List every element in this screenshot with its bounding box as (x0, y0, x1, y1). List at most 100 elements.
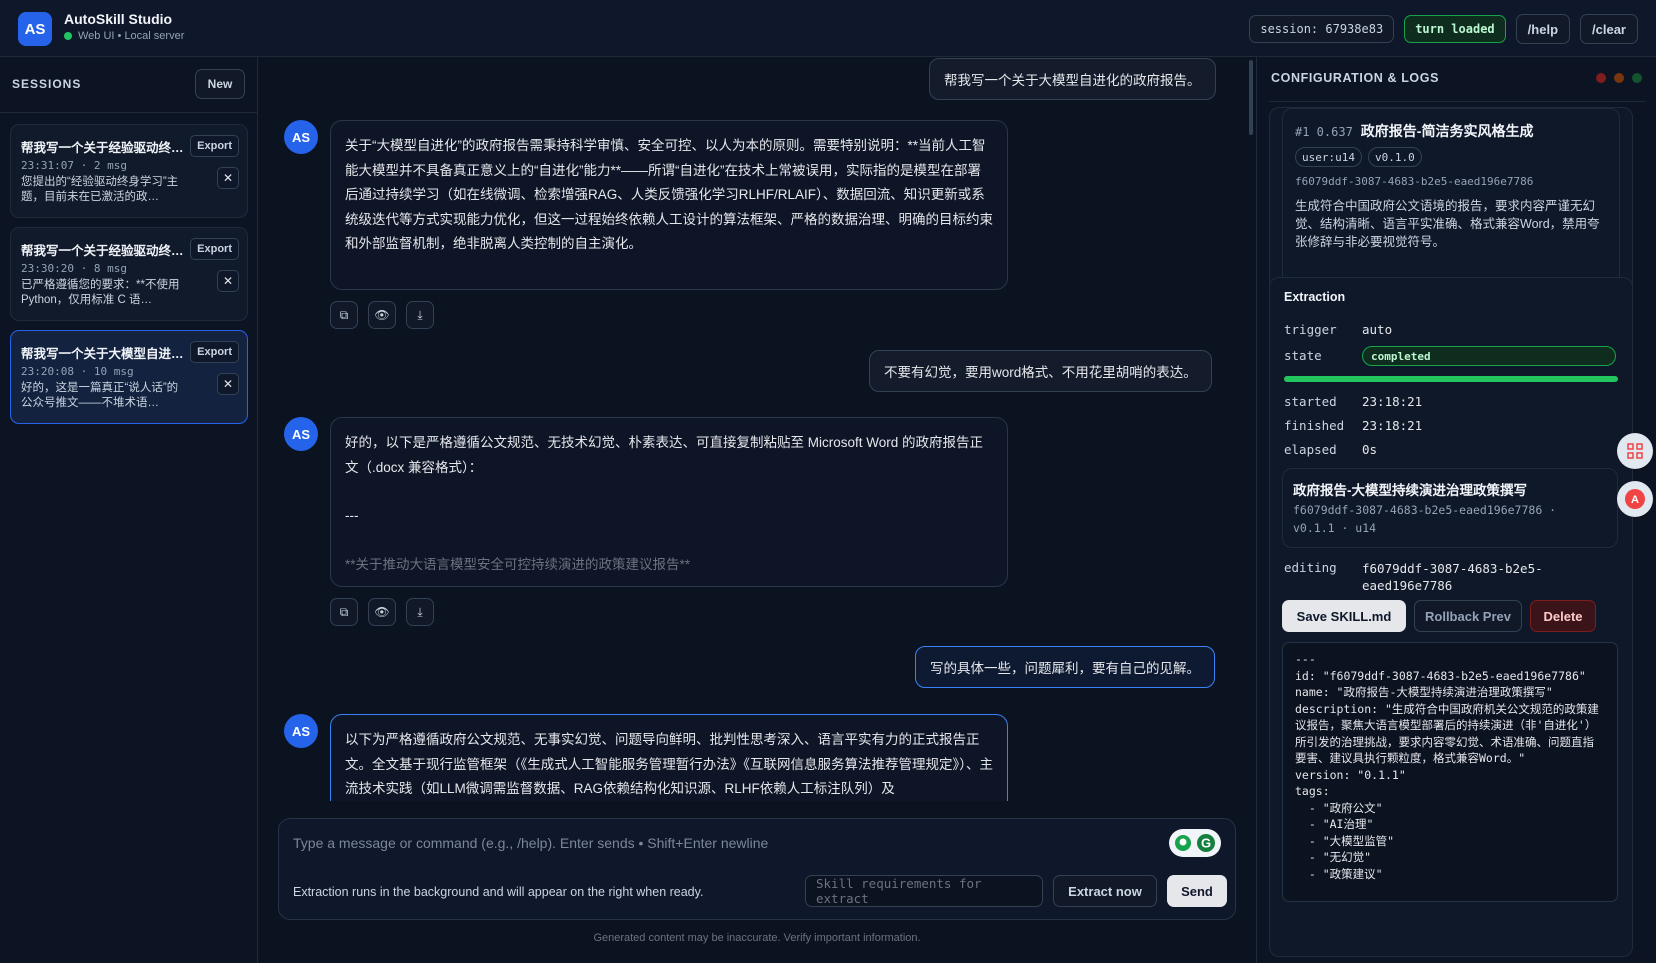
session-item-active[interactable]: 帮我写一个关于大模型自进化的政府报告 23:20:08 · 10 msg 好的，… (10, 330, 248, 424)
delete-button[interactable]: Delete (1530, 600, 1596, 632)
clear-button[interactable]: /clear (1580, 14, 1638, 44)
skill-id: f6079ddf-3087-4683-b2e5-eaed196e7786 (1295, 175, 1534, 188)
started-label: started (1284, 394, 1337, 409)
export-button[interactable]: Export (190, 341, 239, 363)
app-subtitle: Web UI • Local server (64, 30, 184, 42)
state-badge: completed (1362, 346, 1616, 366)
skill-requirements-input[interactable]: Skill requirements for extract (805, 875, 1043, 907)
session-badge: session: 67938e83 (1249, 15, 1395, 43)
grammarly-icon: G (1197, 834, 1215, 852)
preview-eye-icon[interactable]: 👁 (368, 598, 396, 626)
session-title: 帮我写一个关于经验驱动终身学习的程序 (21, 244, 185, 258)
session-item[interactable]: 帮我写一个关于经验驱动终身学习的论文 23:31:07 · 2 msg 您提出的… (10, 124, 248, 218)
finished-label: finished (1284, 418, 1345, 433)
extraction-heading: Extraction (1284, 290, 1346, 304)
rollback-button[interactable]: Rollback Prev (1414, 600, 1522, 632)
session-item[interactable]: 帮我写一个关于经验驱动终身学习的程序 23:30:20 · 8 msg 已严格遵… (10, 227, 248, 321)
close-icon[interactable]: ✕ (217, 373, 239, 395)
export-button[interactable]: Export (190, 238, 239, 260)
assistant-avatar: AS (284, 417, 318, 451)
window-controls (1596, 73, 1642, 83)
panel-title: CONFIGURATION & LOGS (1271, 71, 1440, 85)
editing-label: editing (1284, 560, 1337, 575)
extraction-progress-bar (1284, 376, 1618, 382)
state-label: state (1284, 348, 1322, 363)
session-preview: 您提出的“经验驱动终身学习”主题，目前未在已激活的政… (21, 176, 179, 203)
trigger-label: trigger (1284, 322, 1337, 337)
finished-value: 23:18:21 (1362, 418, 1423, 433)
extracted-skill-version: v0.1.1 · u14 (1293, 521, 1377, 535)
chat-scrollbar[interactable] (1249, 60, 1253, 135)
bulb-icon (1175, 835, 1191, 851)
app-title: AutoSkill Studio (64, 11, 173, 27)
status-dot-icon (64, 32, 72, 40)
editing-value: f6079ddf-3087-4683-b2e5-eaed196e7786 (1362, 561, 1543, 593)
preview-eye-icon[interactable]: 👁 (368, 301, 396, 329)
translate-icon[interactable]: A (1617, 481, 1653, 517)
extracted-skill-id: f6079ddf-3087-4683-b2e5-eaed196e7786 · (1293, 503, 1557, 517)
help-button[interactable]: /help (1515, 14, 1571, 44)
chat-transcript[interactable]: 帮我写一个关于大模型自进化的政府报告。 AS 关于“大模型自进化”的政府报告需秉… (259, 57, 1255, 801)
disclaimer-text: Generated content may be inaccurate. Ver… (593, 932, 921, 944)
elapsed-value: 0s (1362, 442, 1378, 457)
user-message-highlighted: 写的具体一些，问题犀利，要有自己的见解。 (915, 646, 1215, 688)
started-value: 23:18:21 (1362, 394, 1423, 409)
svg-text:A: A (1631, 494, 1639, 506)
extracted-skill-card[interactable]: 政府报告-大模型持续演进治理政策撰写 f6079ddf-3087-4683-b2… (1282, 468, 1618, 548)
extraction-card: Extraction trigger auto state completed … (1269, 277, 1633, 957)
skill-rank: #1 0.637 (1295, 125, 1353, 139)
copy-icon[interactable]: ⧉ (330, 598, 358, 626)
close-dot-icon[interactable] (1596, 73, 1606, 83)
session-meta: 23:20:08 · 10 msg (21, 365, 134, 378)
separator-text: --- (345, 508, 359, 523)
minimize-dot-icon[interactable] (1614, 73, 1624, 83)
session-preview: 已严格遵循您的要求：**不使用 Python，仅用标准 C 语… (21, 279, 180, 306)
assistant-avatar: AS (284, 120, 318, 154)
progress-fill (1284, 376, 1618, 382)
assistant-message: 好的，以下是严格遵循公文规范、无技术幻觉、朴素表达、可直接复制粘贴至 Micro… (330, 417, 1008, 587)
layout-grid-icon[interactable] (1617, 433, 1653, 469)
grammar-assist-icons[interactable]: G (1169, 829, 1221, 857)
assistant-avatar: AS (284, 714, 318, 748)
divider (0, 112, 258, 113)
session-meta: 23:31:07 · 2 msg (21, 159, 127, 172)
export-button[interactable]: Export (190, 135, 239, 157)
sessions-heading: SESSIONS (12, 77, 82, 91)
svg-text:G: G (1201, 836, 1211, 851)
extract-now-button[interactable]: Extract now (1053, 875, 1157, 907)
assistant-message-text: 好的，以下是严格遵循公文规范、无技术幻觉、朴素表达、可直接复制粘贴至 Micro… (345, 435, 984, 475)
message-input[interactable]: Type a message or command (e.g., /help).… (293, 835, 768, 851)
assistant-message-text: 关于“大模型自进化”的政府报告需秉持科学审慎、安全可控、以人为本的原则。需要特别… (345, 138, 993, 251)
assistant-message: 关于“大模型自进化”的政府报告需秉持科学审慎、安全可控、以人为本的原则。需要特别… (330, 120, 1008, 290)
app-logo: AS (18, 12, 52, 46)
copy-icon[interactable]: ⧉ (330, 301, 358, 329)
skill-description: 生成符合中国政府公文语境的报告，要求内容严谨无幻觉、结构清晰、语言平实准确、格式… (1295, 199, 1600, 249)
session-title: 帮我写一个关于经验驱动终身学习的论文 (21, 141, 185, 155)
send-button[interactable]: Send (1167, 875, 1227, 907)
save-skill-button[interactable]: Save SKILL.md (1282, 600, 1406, 632)
extraction-hint: Extraction runs in the background and wi… (293, 885, 704, 899)
download-icon[interactable]: ⤓ (406, 301, 434, 329)
assistant-message-text: 以下为严格遵循政府公文规范、无事实幻觉、问题导向鲜明、批判性思考深入、语言平实有… (345, 732, 993, 796)
download-icon[interactable]: ⤓ (406, 598, 434, 626)
config-logs-panel: CONFIGURATION & LOGS #1 0.637 政府报告-简洁务实风… (1256, 57, 1656, 963)
assistant-message: 以下为严格遵循政府公文规范、无事实幻觉、问题导向鲜明、批判性思考深入、语言平实有… (330, 714, 1008, 801)
turn-status-badge: turn loaded (1404, 15, 1506, 43)
divider (1269, 101, 1645, 102)
new-session-button[interactable]: New (195, 69, 245, 99)
close-icon[interactable]: ✕ (217, 167, 239, 189)
user-message: 不要有幻觉，要用word格式、不用花里胡哨的表达。 (869, 350, 1212, 392)
message-composer: Type a message or command (e.g., /help).… (278, 818, 1236, 920)
version-tag: v0.1.0 (1367, 147, 1422, 167)
skill-yaml-editor[interactable]: --- id: "f6079ddf-3087-4683-b2e5-eaed196… (1282, 642, 1618, 902)
sessions-sidebar: SESSIONS New 帮我写一个关于经验驱动终身学习的论文 23:31:07… (0, 57, 258, 963)
elapsed-label: elapsed (1284, 442, 1337, 457)
close-icon[interactable]: ✕ (217, 270, 239, 292)
trigger-value: auto (1362, 322, 1393, 337)
session-title: 帮我写一个关于大模型自进化的政府报告 (21, 347, 185, 361)
server-status: Web UI • Local server (78, 30, 185, 42)
app-header: AS AutoSkill Studio Web UI • Local serve… (0, 0, 1656, 57)
report-title-text: **关于推动大语言模型安全可控持续演进的政策建议报告** (345, 556, 691, 572)
session-preview: 好的，这是一篇真正“说人话”的公众号推文——不堆术语… (21, 382, 179, 409)
maximize-dot-icon[interactable] (1632, 73, 1642, 83)
